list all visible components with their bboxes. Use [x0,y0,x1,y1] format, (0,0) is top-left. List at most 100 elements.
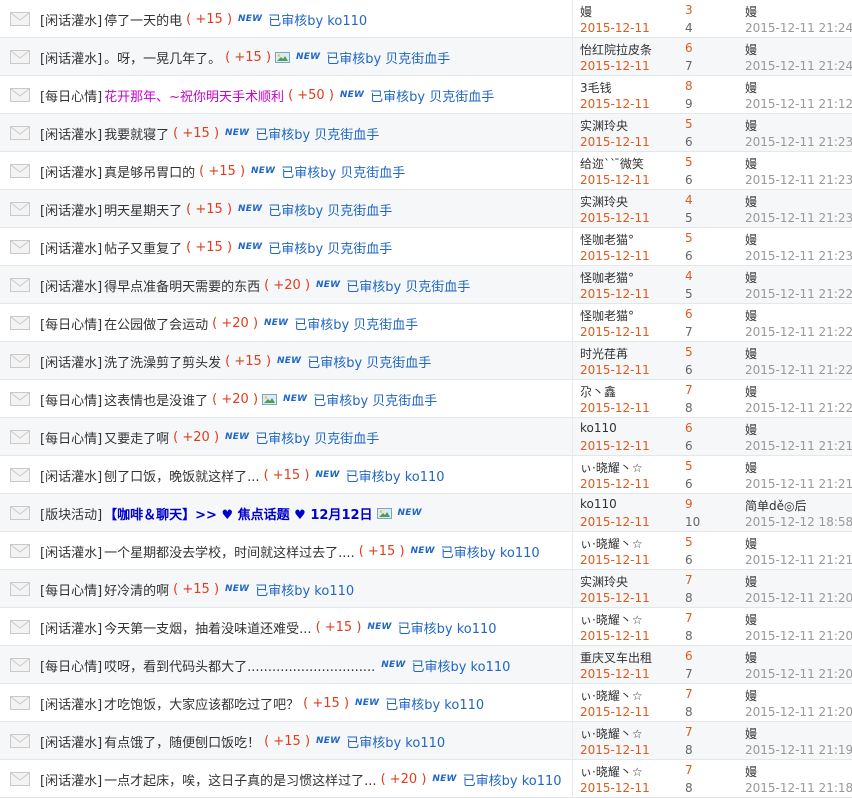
envelope-icon[interactable] [10,202,30,216]
envelope-icon[interactable] [10,658,30,672]
envelope-icon[interactable] [10,430,30,444]
thread-category-link[interactable]: [闲话灌水] [40,200,102,219]
thread-title-link[interactable]: 今天第一支烟，抽着没味道还难受... [104,618,311,637]
thread-title-link[interactable]: 才吃饱饭，大家应该都吃过了吧？ [104,694,299,713]
reply-count[interactable]: 9 [685,497,693,511]
last-post-time-link[interactable]: 2015-12-11 21:22 [745,363,852,377]
thread-title-link[interactable]: 得早点准备明天需要的东西 [104,276,260,295]
last-post-time-link[interactable]: 2015-12-11 21:23 [745,173,852,187]
thread-category-link[interactable]: [闲话灌水] [40,466,102,485]
author-link[interactable]: 实渊玲央 [580,117,628,134]
author-link[interactable]: 重庆叉车出租 [580,649,652,666]
author-link[interactable]: 时光荏苒 [580,345,628,362]
last-post-user-link[interactable]: 嫚 [745,307,757,324]
audit-status-link[interactable]: 已审核by ko110 [268,10,367,29]
thread-category-link[interactable]: [闲话灌水] [40,276,102,295]
thread-category-link[interactable]: [版块活动] [40,504,102,523]
envelope-icon[interactable] [10,278,30,292]
envelope-icon[interactable] [10,354,30,368]
reply-count[interactable]: 5 [685,459,693,473]
reply-count[interactable]: 6 [685,41,693,55]
last-post-time-link[interactable]: 2015-12-11 21:23 [745,135,852,149]
last-post-user-link[interactable]: 嫚 [745,649,757,666]
last-post-user-link[interactable]: 嫚 [745,383,757,400]
audit-status-link[interactable]: 已审核by ko110 [346,466,445,485]
last-post-user-link[interactable]: 嫚 [745,535,757,552]
reply-count[interactable]: 5 [685,231,693,245]
author-link[interactable]: 3毛钱 [580,79,612,96]
last-post-time-link[interactable]: 2015-12-11 21:21 [745,553,852,567]
thread-category-link[interactable]: [闲话灌水] [40,694,102,713]
reply-count[interactable]: 7 [685,611,693,625]
thread-category-link[interactable]: [闲话灌水] [40,352,102,371]
author-link[interactable]: 实渊玲央 [580,573,628,590]
thread-category-link[interactable]: [闲话灌水] [40,124,102,143]
last-post-user-link[interactable]: 嫚 [745,193,757,210]
thread-category-link[interactable]: [闲话灌水] [40,162,102,181]
reply-count[interactable]: 7 [685,573,693,587]
reply-count[interactable]: 7 [685,383,693,397]
audit-status-link[interactable]: 已审核by 贝克街血手 [255,124,379,143]
thread-category-link[interactable]: [每日心情] [40,314,102,333]
thread-category-link[interactable]: [每日心情] [40,656,102,675]
last-post-user-link[interactable]: 简单dě◎后 [745,497,806,514]
thread-category-link[interactable]: [闲话灌水] [40,618,102,637]
author-link[interactable]: 怪咖老猫° [580,307,634,324]
reply-count[interactable]: 3 [685,3,693,17]
audit-status-link[interactable]: 已审核by 贝克街血手 [255,428,379,447]
thread-title-link[interactable]: 这表情也是没谁了 [104,390,208,409]
envelope-icon[interactable] [10,240,30,254]
audit-status-link[interactable]: 已审核by ko110 [346,732,445,751]
last-post-time-link[interactable]: 2015-12-11 21:22 [745,287,852,301]
envelope-icon[interactable] [10,126,30,140]
reply-count[interactable]: 7 [685,687,693,701]
audit-status-link[interactable]: 已审核by ko110 [385,694,484,713]
thread-category-link[interactable]: [每日心情] [40,580,102,599]
audit-status-link[interactable]: 已审核by ko110 [411,656,510,675]
thread-title-link[interactable]: 一个星期都没去学校，时间就这样过去了.... [104,542,355,561]
envelope-icon[interactable] [10,696,30,710]
author-link[interactable]: ko110 [580,497,617,511]
last-post-time-link[interactable]: 2015-12-11 21:23 [745,211,852,225]
thread-title-link[interactable]: 明天星期天了 [104,200,182,219]
audit-status-link[interactable]: 已审核by ko110 [255,580,354,599]
thread-title-link[interactable]: 我要就寝了 [104,124,169,143]
thread-title-link[interactable]: 洗了洗澡剪了剪头发 [104,352,221,371]
last-post-user-link[interactable]: 嫚 [745,459,757,476]
last-post-user-link[interactable]: 嫚 [745,725,757,742]
thread-category-link[interactable]: [闲话灌水] [40,542,102,561]
last-post-user-link[interactable]: 嫚 [745,41,757,58]
last-post-user-link[interactable]: 嫚 [745,611,757,628]
last-post-time-link[interactable]: 2015-12-11 21:20 [745,705,852,719]
author-link[interactable]: ぃ·晓耀丶☆ [580,725,643,742]
thread-title-link[interactable]: 有点饿了，随便刨口饭吃！ [104,732,260,751]
thread-title-link[interactable]: 在公园做了会运动 [104,314,208,333]
audit-status-link[interactable]: 已审核by 贝克街血手 [326,48,450,67]
reply-count[interactable]: 6 [685,649,693,663]
thread-title-link[interactable]: 一点才起床，唉，这日子真的是习惯这样过了... [104,770,376,789]
audit-status-link[interactable]: 已审核by ko110 [441,542,540,561]
last-post-time-link[interactable]: 2015-12-11 21:12 [745,97,852,111]
last-post-user-link[interactable]: 嫚 [745,573,757,590]
audit-status-link[interactable]: 已审核by 贝克街血手 [370,86,494,105]
envelope-icon[interactable] [10,544,30,558]
author-link[interactable]: 怡红院拉皮条 [580,41,652,58]
author-link[interactable]: ぃ·晓耀丶☆ [580,687,643,704]
thread-title-link[interactable]: 停了一天的电 [104,10,182,29]
last-post-user-link[interactable]: 嫚 [745,269,757,286]
envelope-icon[interactable] [10,620,30,634]
audit-status-link[interactable]: 已审核by 贝克街血手 [268,200,392,219]
reply-count[interactable]: 4 [685,269,693,283]
audit-status-link[interactable]: 已审核by 贝克街血手 [346,276,470,295]
thread-title-link[interactable]: 刨了口饭，晚饭就这样了... [104,466,259,485]
reply-count[interactable]: 4 [685,193,693,207]
reply-count[interactable]: 6 [685,421,693,435]
last-post-user-link[interactable]: 嫚 [745,231,757,248]
audit-status-link[interactable]: 已审核by ko110 [398,618,497,637]
audit-status-link[interactable]: 已审核by 贝克街血手 [294,314,418,333]
author-link[interactable]: ぃ·晓耀丶☆ [580,611,643,628]
last-post-user-link[interactable]: 嫚 [745,155,757,172]
thread-title-link[interactable]: 哎呀，看到代码头都大了.............................… [104,656,375,675]
last-post-user-link[interactable]: 嫚 [745,763,757,780]
last-post-time-link[interactable]: 2015-12-11 21:20 [745,667,852,681]
